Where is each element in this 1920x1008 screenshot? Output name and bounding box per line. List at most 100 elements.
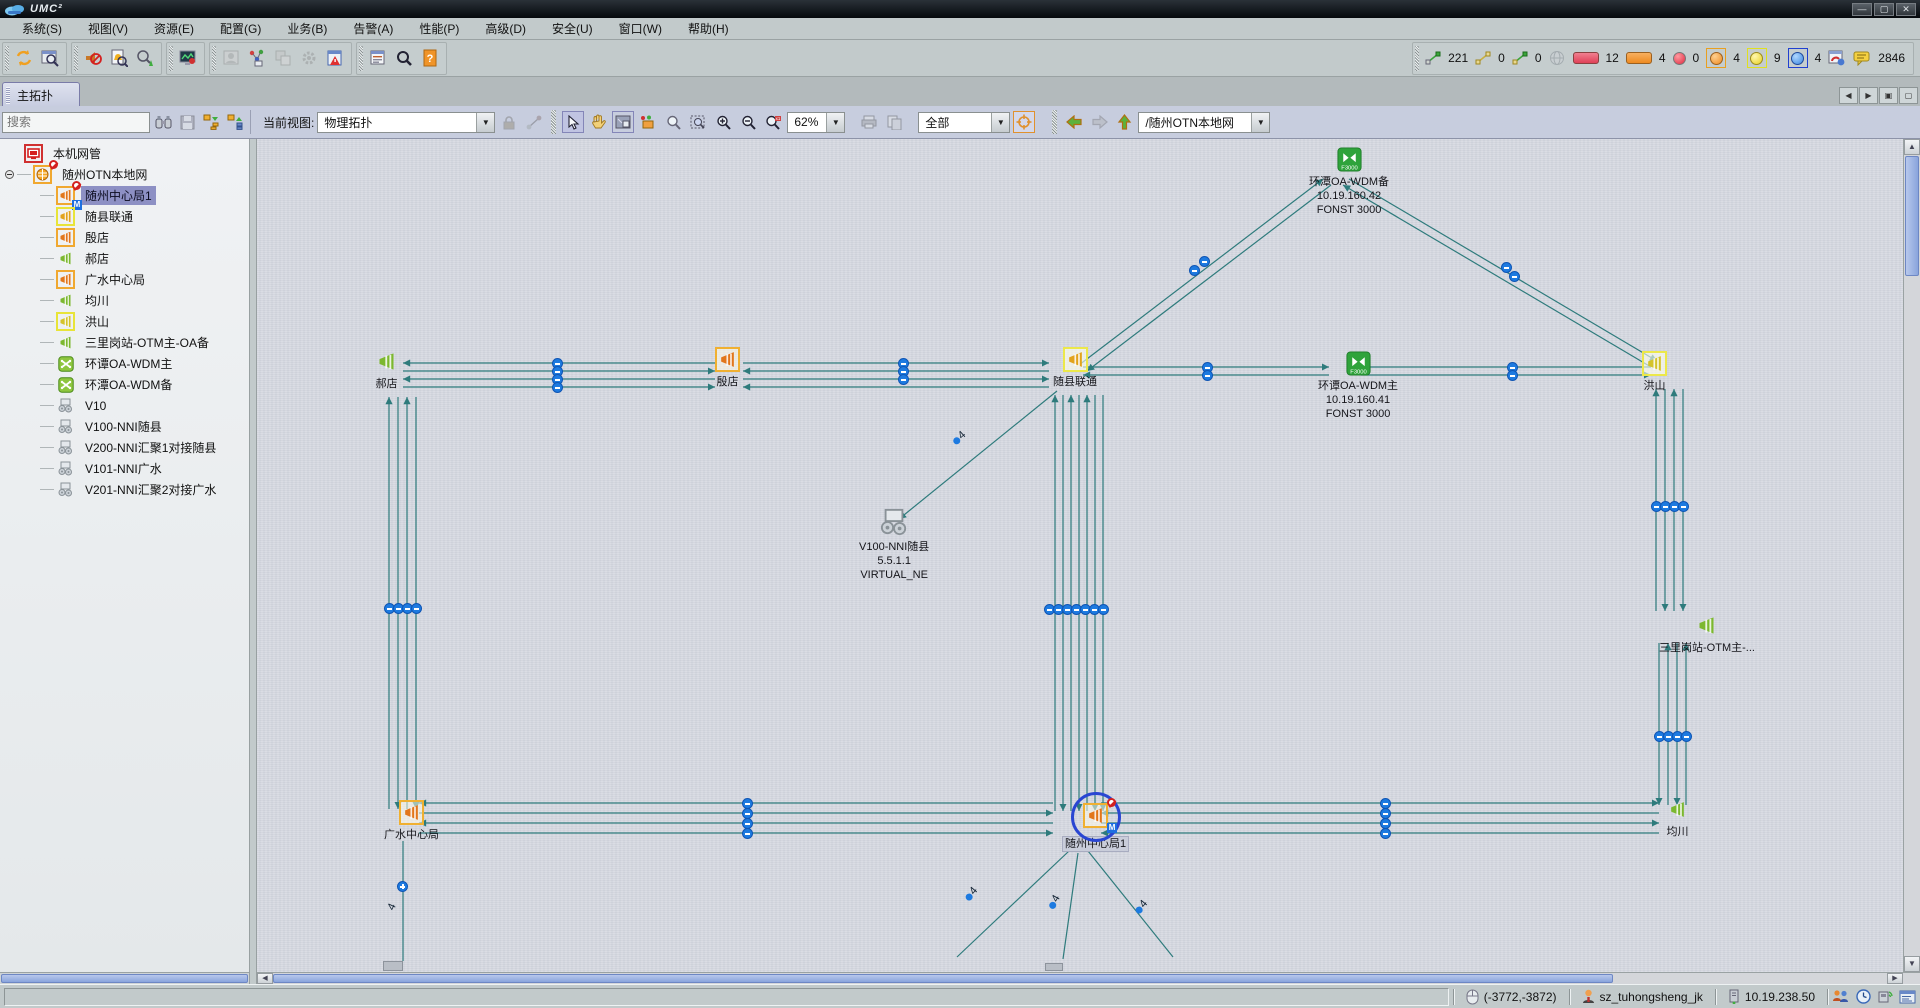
tree-item-ne[interactable]: 洪山 [0,311,249,332]
link-group-badge[interactable] [1202,370,1213,381]
scroll-up-button[interactable]: ▲ [1904,139,1920,155]
link-group-badge[interactable] [397,881,408,892]
save-icon[interactable] [176,111,198,133]
navigate-back-button[interactable] [1063,111,1085,133]
collapse-all-icon[interactable] [224,111,246,133]
tree-item-ne[interactable]: 郝店 [0,248,249,269]
scroll-down-button[interactable]: ▼ [1904,956,1920,972]
tab-scroll-right-button[interactable]: ▶ [1859,87,1878,104]
tree-item-virtual[interactable]: V10 [0,395,249,416]
scrollbar-thumb[interactable] [1,974,248,983]
node-suixian-liantong[interactable]: 随县联通 [1053,347,1097,389]
tree-item-nms-root[interactable]: 本机网管 [0,143,249,164]
scroll-left-button[interactable]: ◀ [257,973,273,984]
zoom-reset-icon[interactable]: x1 [762,111,784,133]
minimize-button[interactable]: — [1852,3,1872,16]
link-group-badge[interactable] [1199,256,1210,267]
pan-hand-tool-button[interactable] [587,111,609,133]
copy-icon[interactable] [883,111,905,133]
chevron-down-icon[interactable]: ▼ [991,113,1009,132]
topology-canvas[interactable]: 4 4 4 4 4 F3000 环潭OA-WDM备10.19.160.42FON… [257,139,1903,972]
message-bubble-icon[interactable] [1853,51,1871,66]
link-group-badge[interactable] [1380,828,1391,839]
link-group-badge[interactable] [1681,731,1692,742]
critical-unack-badge[interactable] [1673,52,1686,65]
menu-advanced[interactable]: 高级(D) [473,18,538,39]
tree-item-ne[interactable]: 均川 [0,290,249,311]
tree-item-ne[interactable]: 随县联通 [0,206,249,227]
tree-item-subnet[interactable]: 随州OTN本地网 [0,164,249,185]
tree-item-virtual[interactable]: V201-NNI汇聚2对接广水 [0,479,249,500]
link-group-badge[interactable] [1509,271,1520,282]
link-group-badge[interactable] [411,603,422,614]
menu-help[interactable]: 帮助(H) [676,18,741,39]
alarm-mute-icon[interactable] [80,45,106,71]
add-node-icon[interactable] [637,111,659,133]
maximize-button[interactable]: ▢ [1874,3,1894,16]
tree-item-ne[interactable]: 广水中心局 [0,269,249,290]
clone-view-icon[interactable] [270,45,296,71]
node-haodian[interactable]: 郝店 [374,349,399,391]
current-view-combo[interactable]: 物理拓扑 ▼ [317,112,495,133]
canvas-horizontal-scrollbar[interactable]: ◀ ▶ [257,972,1920,984]
scrollbar-thumb[interactable] [273,974,1613,983]
link-group-badge[interactable] [742,828,753,839]
node-sanligang[interactable]: 三里岗站-OTM主-... [1659,613,1755,655]
alarm-acknowledge-icon[interactable] [132,45,158,71]
node-yindian[interactable]: 殷店 [715,347,740,389]
menu-resource[interactable]: 资源(E) [142,18,206,39]
help-icon[interactable]: ? [417,45,443,71]
topology-view-icon[interactable] [244,45,270,71]
menu-service[interactable]: 业务(B) [275,18,339,39]
minor-unack-badge[interactable] [1747,48,1767,68]
magnifier-icon[interactable] [662,111,684,133]
lock-view-icon[interactable] [498,111,520,133]
major-alarm-badge[interactable] [1626,52,1652,64]
tree-item-virtual[interactable]: V200-NNI汇聚1对接随县 [0,437,249,458]
locate-crosshair-button[interactable] [1013,111,1035,133]
tab-scroll-left-button[interactable]: ◀ [1839,87,1858,104]
link-group-badge[interactable] [1507,370,1518,381]
expand-all-icon[interactable] [200,111,222,133]
navigate-forward-button[interactable] [1088,111,1110,133]
panel-splitter[interactable] [250,139,257,984]
report-icon[interactable] [365,45,391,71]
online-users-icon[interactable] [1832,989,1850,1004]
node-guangshui[interactable]: 广水中心局 [384,800,439,842]
settings-gear-icon[interactable] [296,45,322,71]
performance-monitor-icon[interactable] [175,45,201,71]
device-sync-icon[interactable] [1877,989,1893,1004]
warning-unack-badge[interactable] [1788,48,1808,68]
tab-maximize-button[interactable]: ▢ [1899,87,1918,104]
menu-window[interactable]: 窗口(W) [607,18,674,39]
zoom-out-icon[interactable] [737,111,759,133]
create-link-icon[interactable] [523,111,545,133]
refresh-icon[interactable] [11,45,37,71]
link-group-badge[interactable] [898,374,909,385]
node-hongshan[interactable]: 洪山 [1642,351,1667,393]
filter-combo[interactable]: 全部 ▼ [918,112,1010,133]
print-icon[interactable] [858,111,880,133]
alarm-query-icon[interactable] [106,45,132,71]
tree-item-wdm[interactable]: 环潭OA-WDM备 [0,374,249,395]
major-unack-badge[interactable] [1706,48,1726,68]
menu-alarm[interactable]: 告警(A) [341,18,405,39]
node-huantan-backup[interactable]: F3000 环潭OA-WDM备10.19.160.42FONST 3000 [1309,147,1389,217]
search-input[interactable] [2,112,150,133]
find-icon[interactable] [391,45,417,71]
search-binoculars-icon[interactable] [152,111,174,133]
navigate-up-button[interactable] [1113,111,1135,133]
link-group-badge[interactable] [552,382,563,393]
node-suizhou-center[interactable]: M 随州中心局1 [1063,803,1128,851]
chevron-down-icon[interactable]: ▼ [476,113,494,132]
node-v100-nni[interactable]: V100-NNI随县5.5.1.1VIRTUAL_NE [859,507,929,582]
node-huantan-main[interactable]: F3000 环谭OA-WDM主10.19.160.41FONST 3000 [1318,351,1398,421]
tree-item-virtual[interactable]: V101-NNI广水 [0,458,249,479]
tab-restore-button[interactable]: ▣ [1879,87,1898,104]
tree-item-ne[interactable]: 殷店 [0,227,249,248]
alarm-indicator-icon[interactable] [1828,50,1846,66]
menu-performance[interactable]: 性能(P) [407,18,471,39]
link-group-badge[interactable] [1189,265,1200,276]
chevron-down-icon[interactable]: ▼ [826,113,844,132]
menu-view[interactable]: 视图(V) [76,18,140,39]
